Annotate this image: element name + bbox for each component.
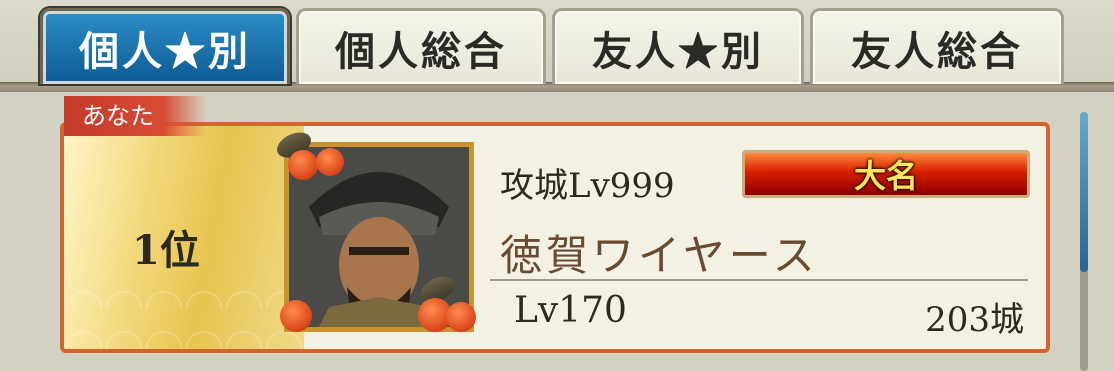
siege-level: 攻城Lv999 (500, 166, 675, 206)
persimmon-icon (316, 148, 344, 176)
persimmon-icon (288, 150, 318, 180)
tab-friends-by-star[interactable]: 友人★別 (552, 8, 804, 84)
player-name: 徳賀ワイヤース (500, 231, 819, 280)
castle-count: 203城 (925, 300, 1024, 340)
tab-personal-overall[interactable]: 個人総合 (296, 8, 546, 84)
info-divider (490, 279, 1028, 281)
you-badge: あなた (64, 96, 206, 136)
tab-personal-by-star[interactable]: 個人★別 (40, 8, 290, 84)
rank-panel: 1位 (64, 126, 304, 349)
player-level: Lv170 (514, 290, 627, 331)
tab-friends-overall[interactable]: 友人総合 (810, 8, 1064, 84)
title-badge: 大名 (742, 150, 1030, 198)
persimmon-icon (280, 300, 312, 332)
scrollbar-thumb[interactable] (1080, 112, 1088, 272)
persimmon-icon (446, 302, 476, 332)
rank-position: 1位 (132, 227, 200, 274)
